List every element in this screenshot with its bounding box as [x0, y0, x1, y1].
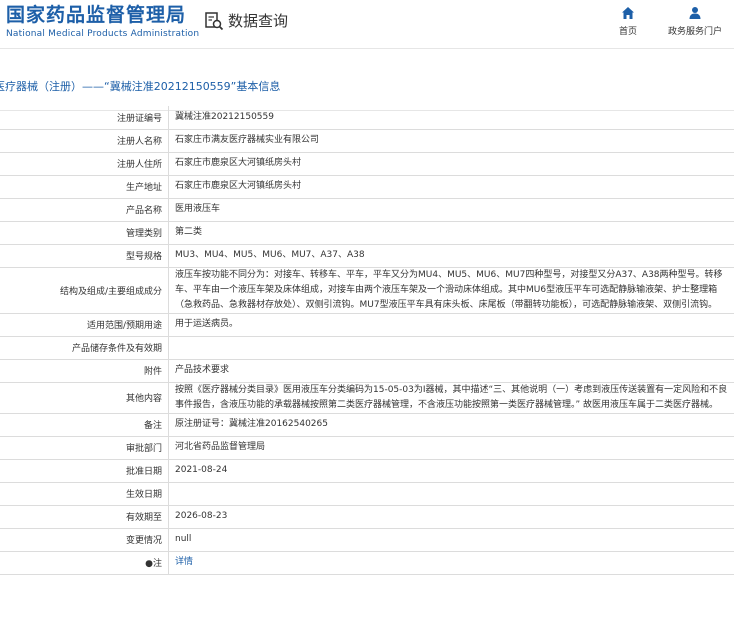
- row-label: 适用范围/预期用途: [0, 313, 169, 337]
- row-value: [168, 482, 734, 506]
- details-link[interactable]: 详情: [175, 557, 193, 567]
- data-query-link[interactable]: 数据查询: [204, 10, 288, 31]
- registration-info-table: 注册证编号 冀械注准20212150559 注册人名称 石家庄市满友医疗器械实业…: [0, 106, 734, 575]
- row-label: 结构及组成/主要组成成分: [0, 267, 169, 314]
- row-value: MU3、MU4、MU5、MU6、MU7、A37、A38: [168, 244, 734, 268]
- nav-home-label: 首页: [618, 27, 637, 37]
- row-value: 第二类: [168, 221, 734, 245]
- page-title: 医疗器械（注册）——“冀械注准20212150559”基本信息: [0, 80, 281, 93]
- row-label: ●注: [0, 551, 169, 575]
- row-value: 用于运送病员。: [168, 313, 734, 337]
- row-value: null: [168, 528, 734, 552]
- table-row: 产品名称 医用液压车: [0, 198, 734, 222]
- row-label: 注册人名称: [0, 129, 169, 153]
- data-query-label: 数据查询: [228, 12, 289, 30]
- nav-service-portal[interactable]: 政务服务门户: [664, 6, 726, 37]
- row-label: 注册证编号: [0, 106, 169, 130]
- row-label: 批准日期: [0, 459, 169, 483]
- row-value: 2026-08-23: [168, 505, 734, 529]
- table-row: 生效日期: [0, 482, 734, 506]
- row-value: 液压车按功能不同分为：对接车、转移车、平车，平车又分为MU4、MU5、MU6、M…: [168, 267, 734, 314]
- table-row: 管理类别 第二类: [0, 221, 734, 245]
- table-row: ●注 详情: [0, 551, 734, 575]
- row-label: 其他内容: [0, 382, 169, 414]
- row-value: 石家庄市鹿泉区大河镇纸房头村: [168, 152, 734, 176]
- table-row: 型号规格 MU3、MU4、MU5、MU6、MU7、A37、A38: [0, 244, 734, 268]
- row-value: 产品技术要求: [168, 359, 734, 383]
- row-label: 有效期至: [0, 505, 169, 529]
- row-value: 石家庄市鹿泉区大河镇纸房头村: [168, 175, 734, 199]
- row-label: 管理类别: [0, 221, 169, 245]
- site-logo[interactable]: 国家药品监督管理局 National Medical Products Admi…: [6, 4, 199, 39]
- row-value: 按照《医疗器械分类目录》医用液压车分类编码为15-05-03为Ⅰ器械，其中描述“…: [168, 382, 734, 414]
- row-value: 河北省药品监督管理局: [168, 436, 734, 460]
- row-label: 附件: [0, 359, 169, 383]
- row-value: 医用液压车: [168, 198, 734, 222]
- nav-home[interactable]: 首页: [616, 6, 640, 37]
- row-label: 变更情况: [0, 528, 169, 552]
- row-label: 注册人住所: [0, 152, 169, 176]
- table-row: 批准日期 2021-08-24: [0, 459, 734, 483]
- table-row: 结构及组成/主要组成成分 液压车按功能不同分为：对接车、转移车、平车，平车又分为…: [0, 267, 734, 314]
- home-icon: [622, 7, 634, 19]
- table-row: 有效期至 2026-08-23: [0, 505, 734, 529]
- search-document-icon: [205, 11, 224, 30]
- title-bar: 医疗器械（注册）——“冀械注准20212150559”基本信息: [0, 58, 734, 111]
- table-row: 注册证编号 冀械注准20212150559: [0, 106, 734, 130]
- row-value: 原注册证号：冀械注准20162540265: [168, 413, 734, 437]
- table-row: 备注 原注册证号：冀械注准20162540265: [0, 413, 734, 437]
- table-row: 注册人名称 石家庄市满友医疗器械实业有限公司: [0, 129, 734, 153]
- table-row: 其他内容 按照《医疗器械分类目录》医用液压车分类编码为15-05-03为Ⅰ器械，…: [0, 382, 734, 414]
- row-value: 详情: [168, 551, 734, 575]
- row-label: 型号规格: [0, 244, 169, 268]
- row-label: 生产地址: [0, 175, 169, 199]
- table-row: 生产地址 石家庄市鹿泉区大河镇纸房头村: [0, 175, 734, 199]
- row-value: 石家庄市满友医疗器械实业有限公司: [168, 129, 734, 153]
- brand-name-en: National Medical Products Administration: [6, 29, 200, 39]
- nav-portal-label: 政务服务门户: [667, 27, 722, 37]
- table-row: 审批部门 河北省药品监督管理局: [0, 436, 734, 460]
- table-row: 变更情况 null: [0, 528, 734, 552]
- row-value: [168, 336, 734, 360]
- site-header: 国家药品监督管理局 National Medical Products Admi…: [0, 0, 734, 49]
- row-label: 产品储存条件及有效期: [0, 336, 169, 360]
- brand-name-cn: 国家药品监督管理局: [6, 4, 187, 26]
- row-value: 冀械注准20212150559: [168, 106, 734, 130]
- user-icon: [689, 7, 701, 19]
- table-row: 注册人住所 石家庄市鹿泉区大河镇纸房头村: [0, 152, 734, 176]
- table-row: 附件 产品技术要求: [0, 359, 734, 383]
- row-label: 审批部门: [0, 436, 169, 460]
- row-label: 备注: [0, 413, 169, 437]
- table-row: 适用范围/预期用途 用于运送病员。: [0, 313, 734, 337]
- row-value: 2021-08-24: [168, 459, 734, 483]
- row-label: 生效日期: [0, 482, 169, 506]
- row-label: 产品名称: [0, 198, 169, 222]
- table-row: 产品储存条件及有效期: [0, 336, 734, 360]
